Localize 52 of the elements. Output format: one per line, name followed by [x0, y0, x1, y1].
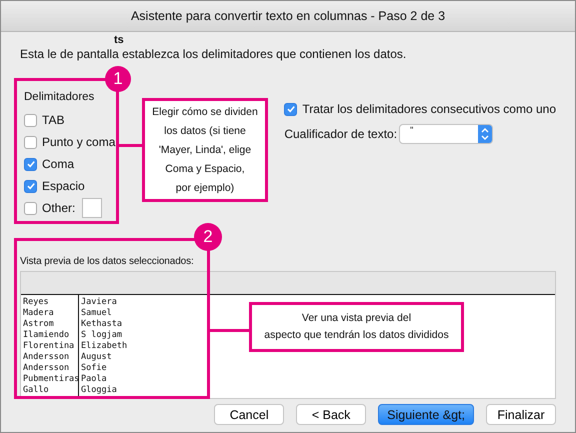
leader-line: [119, 144, 144, 147]
preview-cell-text: Paola: [81, 374, 108, 385]
checkbox[interactable]: [24, 114, 37, 126]
checkbox-label: TAB: [42, 113, 64, 127]
check-icon: [26, 181, 36, 191]
preview-cell: Pubmentiras: [23, 374, 76, 385]
dialog-button[interactable]: Cancel: [214, 404, 284, 425]
instruction-text: Esta le de pantalla establezca los delimitadores que contienen los datos.: [20, 47, 408, 61]
dialog-button[interactable]: Siguiente &gt;: [378, 404, 474, 425]
dialog-button[interactable]: < Back: [296, 404, 366, 425]
preview-cell-text: Reyes: [23, 297, 50, 308]
checkbox[interactable]: [24, 158, 37, 170]
callout-note: Ver una vista previa del aspecto que tendrán los datos divididos: [249, 302, 464, 352]
checkbox[interactable]: [24, 136, 37, 148]
group-title: Delimitadores: [24, 91, 96, 103]
step-badge: 2: [194, 223, 222, 251]
checkbox-label: Coma: [42, 157, 74, 171]
callout-note: Elegir cómo se dividen los datos (si tiene 'Mayer, Linda', elige Coma y Espacio, por ejemplo): [142, 98, 268, 202]
preview-cell-text: Andersson: [23, 363, 70, 374]
checkbox-label: Tratar los delimitadores consecutivos como uno: [302, 102, 556, 116]
preview-cell-text: Gloggia: [81, 385, 118, 396]
preview-cell-text: Astrom: [23, 319, 55, 330]
preview-cell-text: Sofie: [81, 363, 108, 374]
step-badge: 1: [105, 66, 131, 92]
overlay-text: ts: [114, 34, 124, 46]
field-label: Cualificador de texto:: [284, 127, 398, 141]
preview-cell-text: Madera: [23, 308, 55, 319]
checkbox-label: Espacio: [42, 179, 85, 193]
check-icon: [286, 104, 296, 114]
input-field[interactable]: [82, 198, 102, 218]
checkbox[interactable]: [24, 202, 37, 214]
check-icon: [26, 159, 36, 169]
preview-cell-text: Gallo: [23, 385, 50, 396]
checkbox[interactable]: [284, 102, 298, 116]
window-title: Asistente para convertir texto en columnas - Paso 2 de 3: [130, 9, 446, 23]
preview-cell-text: Ilamiendo: [23, 330, 70, 341]
preview-cell-text: Samuel: [81, 308, 113, 319]
checkbox-label: Punto y coma: [42, 135, 116, 149]
leader-line: [210, 329, 249, 332]
preview-cell-text: Florentina: [23, 341, 76, 352]
updown-icon: [481, 127, 490, 141]
preview-cell-text: August: [81, 352, 113, 363]
preview-cell-text: Kethasta: [81, 319, 123, 330]
checkbox-label: Other:: [42, 201, 76, 215]
preview-cell-text: Javiera: [81, 297, 118, 308]
preview-cell-text: S logjam: [81, 330, 123, 341]
checkbox[interactable]: [24, 180, 37, 192]
dialog-button[interactable]: Finalizar: [486, 404, 556, 425]
qualifier-dropdown[interactable]: ": [399, 124, 494, 144]
preview-cell: Elizabeth: [81, 341, 128, 352]
preview-label: Vista previa de los datos seleccionados:: [20, 256, 195, 267]
preview-cell-text: Andersson: [23, 352, 70, 363]
